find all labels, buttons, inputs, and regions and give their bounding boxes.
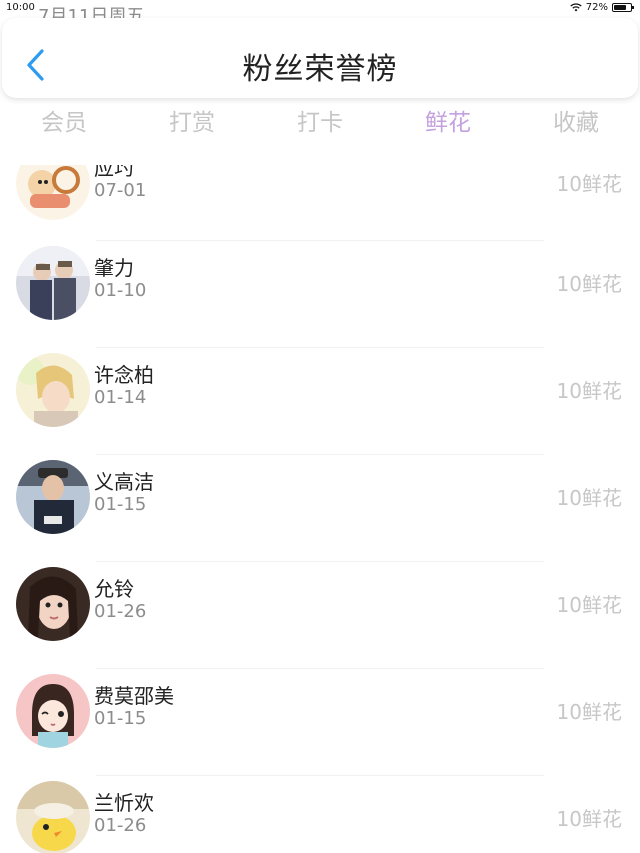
list-item-amount: 10鲜花 [556, 700, 622, 724]
list-item-date: 01-15 [94, 708, 147, 729]
list-item-name: 肇力 [94, 256, 134, 280]
avatar [16, 246, 90, 320]
list-item-name: 费莫邵美 [94, 684, 174, 708]
battery-icon [612, 3, 634, 12]
tab-favorites[interactable]: 收藏 [512, 100, 640, 146]
list-item-amount: 10鲜花 [556, 172, 622, 196]
tab-members[interactable]: 会员 [0, 100, 128, 146]
divider [96, 561, 544, 562]
fan-list: 应圴 07-01 10鲜花 肇力 01-10 10鲜花 许念柏 01-14 10… [0, 165, 640, 853]
list-item-amount: 10鲜花 [556, 807, 622, 831]
list-item-date: 01-10 [94, 280, 147, 301]
list-item[interactable]: 肇力 01-10 10鲜花 [0, 240, 640, 347]
list-item-name: 许念柏 [94, 363, 154, 387]
list-item-name: 应圴 [94, 165, 134, 180]
avatar [16, 674, 90, 748]
divider [96, 454, 544, 455]
list-item-date: 01-26 [94, 601, 147, 622]
tab-rewards[interactable]: 打赏 [128, 100, 256, 146]
list-item[interactable]: 应圴 07-01 10鲜花 [0, 165, 640, 247]
divider [96, 240, 544, 241]
list-item-date: 01-15 [94, 494, 147, 515]
avatar [16, 353, 90, 427]
list-item-date: 07-01 [94, 180, 147, 201]
header-bar: 粉丝荣誉榜 [2, 18, 638, 98]
list-item-date: 01-26 [94, 815, 147, 836]
list-item-amount: 10鲜花 [556, 272, 622, 296]
list-item-amount: 10鲜花 [556, 379, 622, 403]
status-bar: 10:00 7月11日周五 72% [0, 0, 640, 27]
avatar [16, 165, 90, 220]
status-time: 10:00 [6, 2, 35, 13]
battery-fill [614, 5, 626, 10]
list-item-date: 01-14 [94, 387, 147, 408]
divider [96, 347, 544, 348]
page-title: 粉丝荣誉榜 [242, 52, 398, 87]
list-item[interactable]: 兰忻欢 01-26 10鲜花 [0, 775, 640, 853]
list-item-name: 义高洁 [94, 470, 154, 494]
status-right: 72% [570, 2, 634, 13]
wifi-icon [570, 3, 582, 12]
list-item-amount: 10鲜花 [556, 593, 622, 617]
list-item-name: 兰忻欢 [94, 791, 154, 815]
avatar [16, 781, 90, 853]
list-item-amount: 10鲜花 [556, 486, 622, 510]
divider [96, 668, 544, 669]
list-item[interactable]: 义高洁 01-15 10鲜花 [0, 454, 640, 561]
list-item-name: 允铃 [94, 577, 134, 601]
avatar [16, 460, 90, 534]
tab-bar: 会员 打赏 打卡 鲜花 收藏 [0, 100, 640, 146]
list-item[interactable]: 允铃 01-26 10鲜花 [0, 561, 640, 668]
battery-percent: 72% [585, 2, 608, 13]
tab-checkin[interactable]: 打卡 [256, 100, 384, 146]
tab-flowers[interactable]: 鲜花 [384, 100, 512, 146]
avatar [16, 567, 90, 641]
list-item[interactable]: 费莫邵美 01-15 10鲜花 [0, 668, 640, 775]
divider [96, 775, 544, 776]
list-item[interactable]: 许念柏 01-14 10鲜花 [0, 347, 640, 454]
